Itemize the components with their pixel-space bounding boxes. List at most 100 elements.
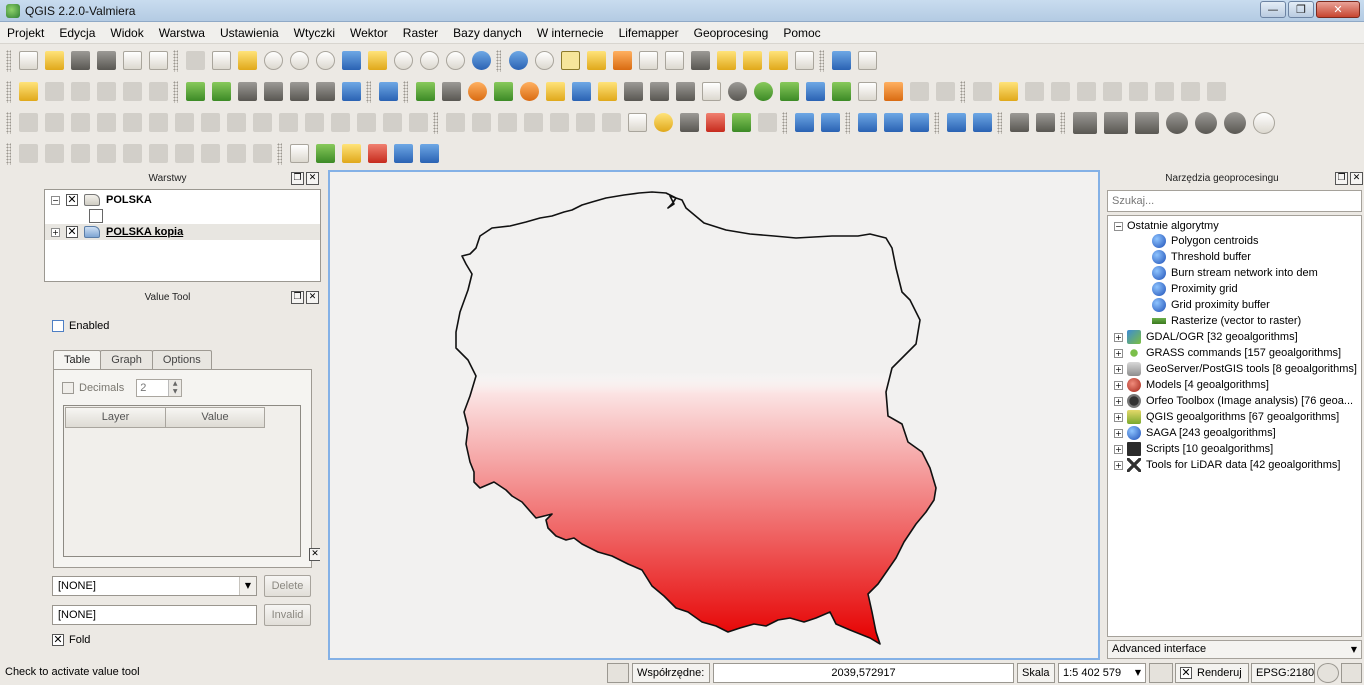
column-header-value[interactable]: Value <box>165 407 265 428</box>
python-console-icon[interactable] <box>378 82 398 101</box>
toolbar-grip[interactable] <box>496 49 501 72</box>
pan-hand-icon[interactable] <box>211 51 231 70</box>
cube-tool-icon[interactable] <box>946 113 966 132</box>
add-oracle-layer-icon[interactable] <box>315 82 335 101</box>
help-contents-icon[interactable] <box>831 51 851 70</box>
node-tool-icon[interactable] <box>1102 82 1122 101</box>
plugin-heatmap-icon[interactable] <box>545 82 565 101</box>
delete-ring-icon[interactable] <box>174 113 194 132</box>
field-calculator-icon[interactable] <box>664 51 684 70</box>
fill-ring-icon[interactable] <box>148 113 168 132</box>
pattern-2-icon[interactable] <box>1035 113 1055 132</box>
poland-outline[interactable] <box>455 191 937 645</box>
raster-histogram-3-icon[interactable] <box>497 113 517 132</box>
show-bookmarks-icon[interactable] <box>768 51 788 70</box>
map-canvas[interactable] <box>328 170 1100 660</box>
expand-icon[interactable]: + <box>1114 396 1123 406</box>
crs-globe-icon[interactable] <box>1317 663 1339 683</box>
add-delimited-text-icon[interactable] <box>11 444 30 463</box>
plugin-world-icon[interactable] <box>727 82 747 101</box>
interface-mode-select[interactable]: Advanced interface ▼ <box>1107 640 1362 659</box>
print-composer-icon[interactable] <box>122 51 142 70</box>
add-postgis-icon[interactable] <box>11 236 30 255</box>
redo-icon[interactable] <box>44 113 64 132</box>
close-icon[interactable]: ✕ <box>309 548 320 561</box>
add-vector-point-icon[interactable] <box>11 184 30 203</box>
vector-tool-7-icon[interactable] <box>174 144 194 163</box>
expand-icon[interactable]: + <box>1114 444 1123 454</box>
plugin-georeferencer-icon[interactable] <box>571 82 591 101</box>
new-spatialite-layer-icon[interactable] <box>11 522 30 541</box>
topology-checker-icon[interactable] <box>367 144 387 163</box>
refresh-icon[interactable] <box>471 51 491 70</box>
plugin-mountain-icon[interactable] <box>831 82 851 101</box>
fold-checkbox-row[interactable]: ✕ Fold <box>52 634 90 646</box>
add-wms-icon[interactable] <box>11 340 30 359</box>
label-tool-icon[interactable] <box>18 82 38 101</box>
menu-raster[interactable]: Raster <box>396 22 446 44</box>
rotate-feature-icon[interactable] <box>408 113 428 132</box>
show-hide-labels-icon[interactable] <box>70 82 90 101</box>
toolbar-grip[interactable] <box>6 49 11 72</box>
chevron-down-icon[interactable]: ▼ <box>239 577 256 595</box>
wps-1-icon[interactable] <box>857 113 877 132</box>
plugin-tool-icon[interactable] <box>415 82 435 101</box>
layer-visibility-checkbox[interactable]: ✕ <box>66 194 78 206</box>
simplify-feature-icon[interactable] <box>70 113 90 132</box>
expand-icon[interactable]: + <box>1114 428 1123 438</box>
cut-features-icon[interactable] <box>1154 82 1174 101</box>
undo-icon[interactable] <box>18 113 38 132</box>
db-export-icon[interactable] <box>820 113 840 132</box>
close-button[interactable]: ✕ <box>1316 1 1360 18</box>
toolbar-grip[interactable] <box>819 49 824 72</box>
add-part-icon[interactable] <box>122 113 142 132</box>
open-project-icon[interactable] <box>44 51 64 70</box>
layer-select[interactable]: [NONE] ▼ <box>52 576 257 596</box>
zoom-next-icon[interactable] <box>445 51 465 70</box>
pan-to-selection-icon[interactable] <box>237 51 257 70</box>
wps-2-icon[interactable] <box>883 113 903 132</box>
column-header-layer[interactable]: Layer <box>65 407 166 428</box>
interpolation-icon[interactable] <box>419 144 439 163</box>
identify-icon[interactable] <box>508 51 528 70</box>
menu-ustawienia[interactable]: Ustawienia <box>213 22 287 44</box>
toolbar-grip[interactable] <box>6 111 11 134</box>
tree-item[interactable]: Burn stream network into dem <box>1152 265 1318 281</box>
pattern-1-icon[interactable] <box>1009 113 1029 132</box>
toolbar-grip[interactable] <box>997 111 1002 134</box>
split-parts-icon[interactable] <box>304 113 324 132</box>
add-mssql-icon[interactable] <box>11 288 30 307</box>
expand-icon[interactable]: + <box>1114 380 1123 390</box>
db-import-icon[interactable] <box>794 113 814 132</box>
spiral-marker-icon[interactable] <box>1252 111 1275 134</box>
toolbar-grip[interactable] <box>277 142 282 165</box>
invalid-button[interactable]: Invalid <box>264 604 311 626</box>
float-icon[interactable]: ❐ <box>291 291 304 304</box>
raster-stretch-1-icon[interactable] <box>523 113 543 132</box>
change-label-icon[interactable] <box>148 82 168 101</box>
maximize-button[interactable]: ❐ <box>1288 1 1314 18</box>
zoom-last-icon[interactable] <box>419 51 439 70</box>
pin-labels-icon[interactable] <box>44 82 64 101</box>
add-spatialite-icon[interactable] <box>11 262 30 281</box>
menu-lifemapper[interactable]: Lifemapper <box>612 22 687 44</box>
toolbar-grip[interactable] <box>403 80 408 103</box>
new-project-icon[interactable] <box>18 51 38 70</box>
plugin-dim-2-icon[interactable] <box>935 82 955 101</box>
collapse-icon[interactable]: − <box>51 195 60 205</box>
tree-group[interactable]: + GeoServer/PostGIS tools [8 geoalgorith… <box>1114 361 1357 377</box>
plugin-terrain-icon[interactable] <box>779 82 799 101</box>
plugin-csw-icon[interactable] <box>701 82 721 101</box>
render-checkbox[interactable]: ✕ <box>1180 667 1192 679</box>
stop-render-icon[interactable] <box>1149 663 1173 683</box>
edit-pencil-dim-icon[interactable] <box>972 82 992 101</box>
menu-bazy-danych[interactable]: Bazy danych <box>446 22 530 44</box>
collapse-icon[interactable]: − <box>1114 221 1123 231</box>
add-oracle-icon[interactable] <box>11 314 30 333</box>
rotate-symbols-icon[interactable] <box>382 113 402 132</box>
toolbar-grip[interactable] <box>433 111 438 134</box>
toolbar-grip[interactable] <box>366 80 371 103</box>
toolbar-grip[interactable] <box>6 142 11 165</box>
messages-icon[interactable] <box>1341 663 1362 683</box>
tab-options[interactable]: Options <box>151 350 212 370</box>
